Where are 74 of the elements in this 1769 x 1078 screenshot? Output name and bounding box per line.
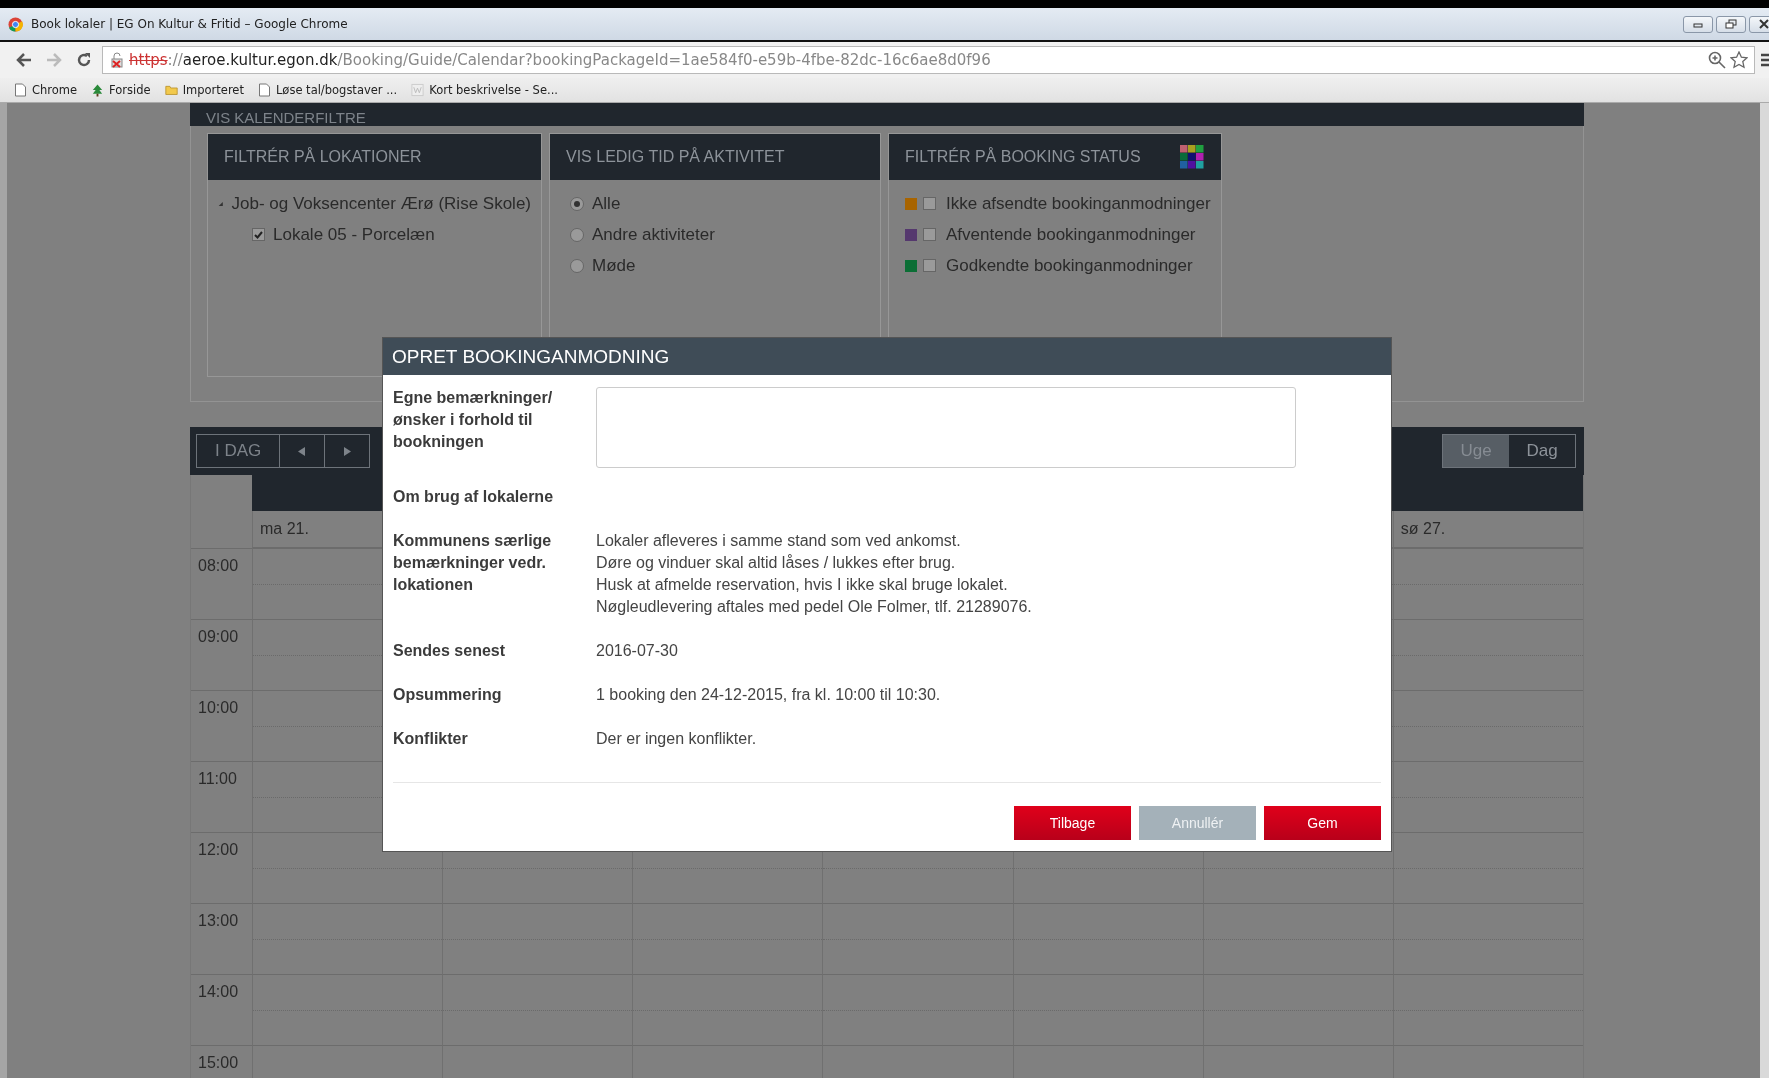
status-label[interactable]: Afventende bookinganmodninger [946,224,1196,245]
caret-icon[interactable] [218,199,224,208]
tree-item[interactable]: Lokale 05 - Porcelæn [273,224,435,245]
field-label: Kommunens særlige bemærkninger vedr. lokationen [393,531,553,595]
window-title: Book lokaler | EG On Kultur & Fritid – Google Chrome [31,17,349,31]
field-label: Opsummering [393,685,503,705]
dialog-title: OPRET BOOKINGANMODNING [383,338,1391,375]
time-label: 12:00 [198,841,239,858]
bookmark[interactable]: Løse tal/bogstaver ... [257,83,398,97]
address-text: https://aeroe.kultur.egon.dk/Booking/Guide/Calendar?bookingPackageId=1ae584f0-e59b-4fbe-82dc-16c6ae8d0f96 [129,51,992,69]
forward-arrow-icon [45,51,63,69]
day-heading: sø 27. [1400,520,1446,538]
restore-button[interactable] [1716,15,1746,33]
folder-icon [164,83,178,97]
bookmark[interactable]: Chrome [14,83,78,97]
dialog-button[interactable]: Gem [1264,806,1381,840]
checkbox[interactable] [923,197,936,210]
filter-bar[interactable]: VIS KALENDERFILTRE [190,103,1584,126]
app-icon [8,16,23,32]
field-value: Lokaler afleveres i samme stand som ved ankomst. Døre og vinduer skal altid låses / lukkes efter brug. Husk at afmelde reservation, hvis I ikke skal bruge lokalet. Nøgleudlevering aftales med pedel Ole Folmer, tlf. 21289076. [596,531,1033,617]
time-slot[interactable] [252,832,443,903]
panel-header: VIS LEDIG TID PÅ AKTIVITET [550,134,880,180]
page-icon [14,83,27,97]
dialog-button[interactable]: Tilbage [1014,806,1131,840]
panel-header: FILTRÉR PÅ BOOKING STATUS [905,148,1141,166]
time-label: 09:00 [198,628,239,645]
radio-label[interactable]: Alle [592,193,621,214]
color-grid-icon[interactable] [1179,144,1205,170]
time-label: 11:00 [198,770,237,787]
field-label: Sendes senest [393,641,507,661]
time-label: 15:00 [198,1054,239,1071]
bookmark[interactable]: Forside [91,83,151,97]
broken-lock-icon [109,52,125,68]
radio-button[interactable] [570,196,584,211]
left-triangle-icon [298,446,307,456]
field-label: Konflikter [393,729,469,749]
status-label[interactable]: Ikke afsendte bookinganmodninger [946,193,1211,214]
time-label: 13:00 [198,912,239,929]
radio-button[interactable] [570,258,584,273]
tree-item[interactable]: Job- og Voksencenter Ærø (Rise Skole) [231,193,531,214]
panel-header: FILTRÉR PÅ LOKATIONER [208,134,541,180]
tree-icon [91,83,105,97]
page-icon [257,83,271,97]
checkbox[interactable] [923,259,936,272]
scrollbar[interactable] [1760,103,1769,1078]
address-bar[interactable]: https://aeroe.kultur.egon.dk/Booking/Guide/Calendar?bookingPackageId=1ae584f0-e59b-4fbe-82dc-16c6ae8d0f96 [102,46,1755,74]
right-triangle-icon [343,446,352,456]
radio-label[interactable]: Møde [592,255,636,276]
status-label[interactable]: Godkendte bookinganmodninger [946,255,1193,276]
zoom-icon[interactable] [1708,51,1726,69]
bookmark[interactable]: Importeret [164,83,244,97]
bookmark[interactable]: Kort beskrivelse - Se... [411,83,558,97]
field-value: 2016-07-30 [596,641,679,661]
reload-icon [75,51,93,69]
time-label: 10:00 [198,699,239,716]
close-button[interactable] [1749,15,1769,33]
remarks-field[interactable] [596,387,1296,468]
close-icon [1758,19,1769,29]
checkbox[interactable] [923,228,936,241]
time-label: 14:00 [198,983,239,1000]
day-heading: ma 21. [260,520,309,538]
back-arrow-icon [15,51,33,69]
field-value: 1 booking den 24-12-2015, fra kl. 10:00 til 10:30. [596,685,942,705]
page-icon [411,83,425,97]
restore-icon [1725,19,1737,29]
radio-label[interactable]: Andre aktiviteter [592,224,715,245]
field-value: Der er ingen konflikter. [596,729,758,749]
minimize-button[interactable] [1683,15,1713,33]
star-icon[interactable] [1730,51,1748,69]
radio-button[interactable] [570,227,584,242]
field-label: Egne bemærkninger/ ønsker i forhold til bookningen [393,388,554,452]
checkbox[interactable] [252,228,265,241]
time-label: 08:00 [198,557,239,574]
field-label: Om brug af lokalerne [393,487,555,507]
